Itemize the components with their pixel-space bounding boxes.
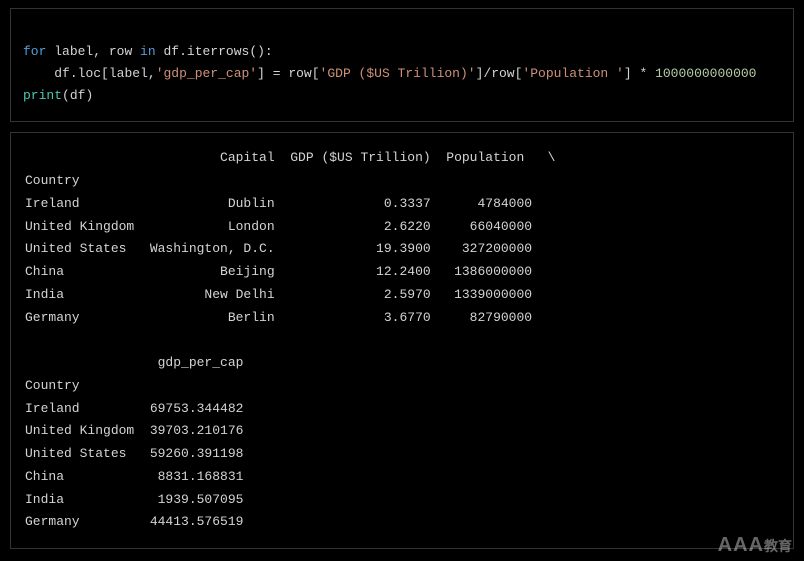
output-table1-row: China Beijing 12.2400 1386000000 — [25, 264, 556, 279]
code-line-1: for label, row in df.iterrows(): — [23, 44, 273, 59]
output-table1-row: Ireland Dublin 0.3337 4784000 — [25, 196, 556, 211]
output-table2-row: India 1939.507095 — [25, 492, 259, 507]
code-line-3: print(df) — [23, 88, 93, 103]
code-line-2: df.loc[label,'gdp_per_cap'] = row['GDP (… — [23, 66, 756, 81]
output-table1-row: United States Washington, D.C. 19.3900 3… — [25, 241, 556, 256]
output-table1-header: Capital GDP ($US Trillion) Population \ — [25, 150, 556, 165]
code-cell: for label, row in df.iterrows(): df.loc[… — [10, 8, 794, 122]
output-table1-indexlabel: Country — [25, 173, 563, 188]
output-table2-indexlabel: Country — [25, 378, 259, 393]
output-table1-row: India New Delhi 2.5970 1339000000 — [25, 287, 556, 302]
output-table1-row: United Kingdom London 2.6220 66040000 — [25, 219, 556, 234]
output-table2-row: Ireland 69753.344482 — [25, 401, 259, 416]
output-table2-row: China 8831.168831 — [25, 469, 259, 484]
output-table2-row: United Kingdom 39703.210176 — [25, 423, 259, 438]
output-cell: Capital GDP ($US Trillion) Population \ … — [10, 132, 794, 549]
keyword-for: for — [23, 44, 46, 59]
output-table2-row: United States 59260.391198 — [25, 446, 259, 461]
output-table2-row: Germany 44413.576519 — [25, 514, 259, 529]
output-table1-row: Germany Berlin 3.6770 82790000 — [25, 310, 556, 325]
output-table2-header: gdp_per_cap — [25, 355, 259, 370]
